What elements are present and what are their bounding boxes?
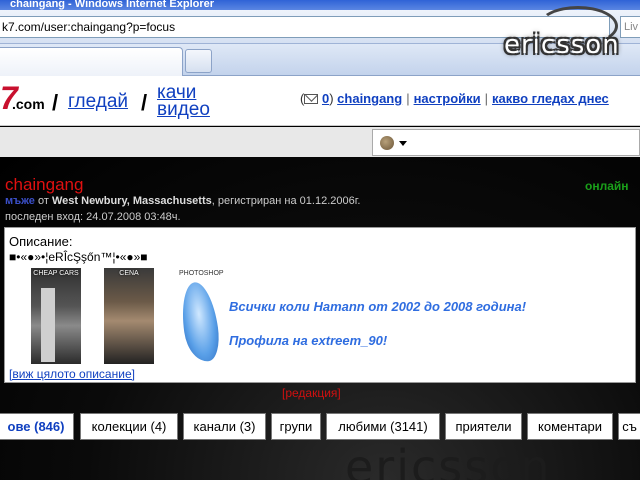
settings-link[interactable]: настройки <box>414 91 481 106</box>
tab-videos[interactable]: ове (846) <box>0 413 74 440</box>
promo-text-profile[interactable]: Профила на extreem_90! <box>229 333 387 348</box>
promo-text-hamann[interactable]: Всички коли Hamann от 2002 до 2008 годин… <box>229 299 526 314</box>
nav-separator: / <box>141 90 148 115</box>
thumbnail-caption: CENA <box>119 270 139 277</box>
profile-tabs: ове (846) колекции (4) канали (3) групи … <box>0 413 640 443</box>
full-description-link[interactable]: [виж цялото описание] <box>9 367 135 381</box>
user-links: ( 0) chaingang | настройки | какво гледах дн… <box>300 91 609 106</box>
nav-link-watch[interactable]: гледай <box>68 92 128 111</box>
site-search-input[interactable] <box>372 129 640 156</box>
gender-label[interactable]: мъже <box>5 195 35 207</box>
username-link[interactable]: chaingang <box>337 91 402 106</box>
last-login: последен вход: 24.07.2008 03:48ч. <box>5 211 181 223</box>
online-status: онлайн <box>585 179 629 193</box>
site-header: 7 .com / гледай / качи видео ( 0) chaing… <box>0 76 640 126</box>
search-engine-icon[interactable] <box>380 136 394 150</box>
description-decoration: ■•«●»•¦eRÎcŞşőn™¦•«●»■ <box>9 250 148 264</box>
watermark-text: ericsson <box>504 30 620 60</box>
description-label: Описание: <box>9 234 73 249</box>
thumbnail-caption: PHOTOSHOP <box>179 270 224 277</box>
tab-groups[interactable]: групи <box>271 413 321 440</box>
tab-collections[interactable]: колекции (4) <box>80 413 178 440</box>
browser-tab-active[interactable] <box>0 47 183 76</box>
tab-comments[interactable]: коментари <box>527 413 613 440</box>
tab-channels[interactable]: канали (3) <box>183 413 266 440</box>
chevron-down-icon[interactable] <box>399 141 407 146</box>
photoshop-feather-icon <box>177 280 223 364</box>
tab-favorites[interactable]: любими (3141) <box>326 413 440 440</box>
car-thumbnail[interactable]: CHEAP CARS <box>31 268 81 364</box>
thumbnail-caption: CHEAP CARS <box>33 270 79 277</box>
location-prefix: от <box>38 195 49 207</box>
search-toolbar <box>0 127 640 157</box>
ericsson-watermark-logo: ericsson <box>490 2 640 64</box>
mail-close-paren: ) <box>329 91 334 106</box>
mail-icon[interactable] <box>304 94 319 104</box>
nav-link-upload[interactable]: качи видео <box>157 83 210 119</box>
edit-link[interactable]: [редакция] <box>282 386 341 400</box>
bottom-watermark: ericsson <box>345 440 552 480</box>
location: West Newbury, Massachusetts <box>51 195 212 207</box>
profile-panel: chaingang онлайн мъже от West Newbury, M… <box>0 157 640 480</box>
watched-today-link[interactable]: какво гледах днес <box>492 91 609 106</box>
photoshop-thumbnail[interactable]: PHOTOSHOP <box>177 268 227 364</box>
description-box: Описание: ■•«●»•¦eRÎcŞşőn™¦•«●»■ CHEAP C… <box>4 227 636 383</box>
wrestler-thumbnail[interactable]: CENA <box>104 268 154 364</box>
site-logo-suffix: .com <box>12 96 45 112</box>
tab-friends[interactable]: приятели <box>445 413 522 440</box>
full-description-link-text[interactable]: [виж цялото описание] <box>9 367 135 381</box>
nav-separator: / <box>52 90 59 115</box>
profile-username: chaingang <box>5 175 84 194</box>
profile-meta: мъже от West Newbury, Massachusetts, рег… <box>5 195 360 207</box>
new-tab-button[interactable] <box>185 49 212 73</box>
registered-date: , регистриран на 01.12.2006г. <box>211 195 361 207</box>
tab-more[interactable]: съ <box>618 413 640 440</box>
